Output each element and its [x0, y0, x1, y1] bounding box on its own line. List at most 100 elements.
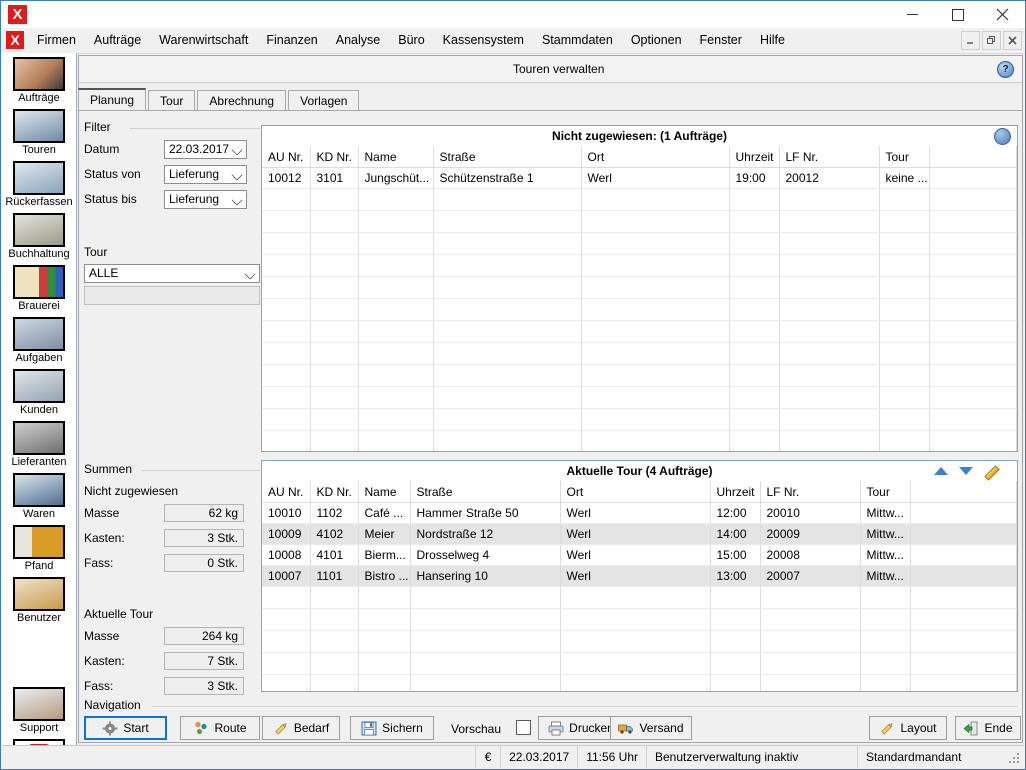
- table-row-empty[interactable]: [262, 320, 1017, 343]
- column-header-kd-nr-[interactable]: KD Nr.: [310, 146, 359, 168]
- window-minimize-button[interactable]: [890, 1, 935, 28]
- menu-item-fenster[interactable]: Fenster: [691, 28, 751, 53]
- column-header-lf-nr-[interactable]: LF Nr.: [779, 146, 880, 168]
- current-tour-table[interactable]: AU Nr. KD Nr. Name Straße Ort Uhrzeit LF Nr. To…: [262, 481, 1017, 691]
- ende-button[interactable]: Ende: [955, 716, 1021, 740]
- menu-item-stammdaten[interactable]: Stammdaten: [533, 28, 622, 53]
- status-von-combobox[interactable]: Lieferung: [164, 164, 247, 184]
- table-row-empty[interactable]: [262, 298, 1017, 321]
- menu-item-b-ro[interactable]: Büro: [389, 28, 433, 53]
- start-button[interactable]: Start: [84, 716, 167, 740]
- sidebar-item-lieferanten[interactable]: Lieferanten: [2, 421, 76, 469]
- column-header-au-nr-[interactable]: AU Nr.: [262, 481, 311, 503]
- column-header-blank[interactable]: [929, 146, 1017, 168]
- table-row[interactable]: 10008 4101 Bierm... Drosselweg 4 Werl 15:00 20…: [262, 544, 1017, 566]
- sidebar-item-support[interactable]: Support: [2, 687, 76, 735]
- sidebar-item-pfand[interactable]: Pfand: [2, 525, 76, 573]
- mdi-restore-button[interactable]: [982, 31, 1001, 50]
- table-row-empty[interactable]: [262, 408, 1017, 431]
- sidebar-item-waren[interactable]: Waren: [2, 473, 76, 521]
- window-maximize-button[interactable]: [935, 1, 980, 28]
- column-header-name[interactable]: Name: [358, 481, 411, 503]
- table-row-empty[interactable]: [262, 674, 1017, 691]
- table-row-empty[interactable]: [262, 386, 1017, 409]
- menu-item-warenwirtschaft[interactable]: Warenwirtschaft: [150, 28, 257, 53]
- sidebar-item-kunden[interactable]: Kunden: [2, 369, 76, 417]
- column-header-tour[interactable]: Tour: [860, 481, 911, 503]
- layout-button[interactable]: Layout: [869, 716, 947, 740]
- tab-vorlagen[interactable]: Vorlagen: [288, 90, 360, 111]
- menu-item-optionen[interactable]: Optionen: [622, 28, 691, 53]
- table-row-empty[interactable]: [262, 342, 1017, 365]
- menu-item-firmen[interactable]: Firmen: [28, 28, 85, 53]
- cell-empty: [729, 342, 780, 365]
- tab-planung[interactable]: Planung: [78, 88, 147, 111]
- menu-item-hilfe[interactable]: Hilfe: [751, 28, 794, 53]
- date-combobox[interactable]: 22.03.2017: [164, 139, 247, 159]
- table-row-empty[interactable]: [262, 232, 1017, 255]
- column-header-uhrzeit[interactable]: Uhrzeit: [710, 481, 761, 503]
- arrow-up-icon[interactable]: [934, 467, 948, 475]
- table-row-empty[interactable]: [262, 210, 1017, 233]
- sidebar-item-aufgaben[interactable]: Aufgaben: [2, 317, 76, 365]
- column-header-stra-e[interactable]: Straße: [410, 481, 561, 503]
- help-question-icon[interactable]: ?: [997, 61, 1014, 78]
- resize-grip[interactable]: [1009, 753, 1021, 765]
- window-close-button[interactable]: [980, 1, 1025, 28]
- tab-abrechnung[interactable]: Abrechnung: [197, 90, 287, 111]
- table-row-empty[interactable]: [262, 276, 1017, 299]
- table-row[interactable]: 10007 1101 Bistro ... Hansering 10 Werl 13:00…: [262, 565, 1017, 587]
- arrow-down-icon[interactable]: [959, 467, 973, 475]
- tour-detail-field[interactable]: [84, 286, 260, 305]
- mdi-minimize-button[interactable]: [961, 31, 980, 50]
- table-row-empty[interactable]: [262, 364, 1017, 387]
- table-row-empty[interactable]: [262, 430, 1017, 451]
- column-header-au-nr-[interactable]: AU Nr.: [262, 146, 311, 168]
- table-row-empty[interactable]: [262, 630, 1017, 653]
- pencil-edit-icon[interactable]: [983, 463, 999, 479]
- table-row-empty[interactable]: [262, 254, 1017, 277]
- sidebar-item-auftr-ge[interactable]: Aufträge: [2, 57, 76, 105]
- menu-item-kassensystem[interactable]: Kassensystem: [434, 28, 533, 53]
- table-row[interactable]: 10010 1102 Café ... Hammer Straße 50 Werl 12:…: [262, 502, 1017, 524]
- cell-empty: [879, 430, 930, 451]
- table-row[interactable]: 10009 4102 Meier Nordstraße 12 Werl 14:00 2000…: [262, 523, 1017, 545]
- bedarf-button[interactable]: Bedarf: [262, 716, 340, 740]
- save-icon: [361, 721, 377, 736]
- column-header-stra-e[interactable]: Straße: [433, 146, 582, 168]
- summen-label: Kasten:: [84, 654, 125, 668]
- versand-button[interactable]: Versand: [610, 716, 692, 740]
- cell-empty: [779, 386, 880, 409]
- column-header-blank[interactable]: [910, 481, 1017, 503]
- table-row-empty[interactable]: [262, 586, 1017, 609]
- sidebar-item-buchhaltung[interactable]: Buchhaltung: [2, 213, 76, 261]
- table-row[interactable]: 10012 3101 Jungschüt... Schützenstraße 1 Wer…: [262, 167, 1017, 189]
- tab-tour[interactable]: Tour: [148, 90, 196, 111]
- column-header-ort[interactable]: Ort: [581, 146, 730, 168]
- menu-item-analyse[interactable]: Analyse: [327, 28, 389, 53]
- tour-combobox[interactable]: ALLE: [84, 264, 260, 283]
- vorschau-checkbox[interactable]: [516, 720, 531, 735]
- column-header-tour[interactable]: Tour: [879, 146, 930, 168]
- cell-name: Café ...: [358, 502, 411, 524]
- column-header-ort[interactable]: Ort: [560, 481, 711, 503]
- table-row-empty[interactable]: [262, 608, 1017, 631]
- unassigned-orders-table[interactable]: AU Nr. KD Nr. Name Straße Ort Uhrzeit LF Nr. To…: [262, 146, 1017, 451]
- sidebar-item-benutzer[interactable]: Benutzer: [2, 577, 76, 625]
- column-header-uhrzeit[interactable]: Uhrzeit: [729, 146, 780, 168]
- mdi-close-button[interactable]: [1003, 31, 1022, 50]
- sidebar-item-touren[interactable]: Touren: [2, 109, 76, 157]
- sichern-button[interactable]: Sichern: [350, 716, 434, 740]
- table-row-empty[interactable]: [262, 652, 1017, 675]
- column-header-lf-nr-[interactable]: LF Nr.: [760, 481, 861, 503]
- blue-circle-icon[interactable]: [994, 128, 1011, 145]
- sidebar-item-r-ckerfassen[interactable]: Rückerfassen: [2, 161, 76, 209]
- status-bis-combobox[interactable]: Lieferung: [164, 189, 247, 209]
- route-button[interactable]: Route: [180, 716, 260, 740]
- table-row-empty[interactable]: [262, 188, 1017, 211]
- menu-item-auftr-ge[interactable]: Aufträge: [85, 28, 150, 53]
- column-header-name[interactable]: Name: [358, 146, 434, 168]
- sidebar-item-brauerei[interactable]: Brauerei: [2, 265, 76, 313]
- column-header-kd-nr-[interactable]: KD Nr.: [310, 481, 359, 503]
- menu-item-finanzen[interactable]: Finanzen: [257, 28, 326, 53]
